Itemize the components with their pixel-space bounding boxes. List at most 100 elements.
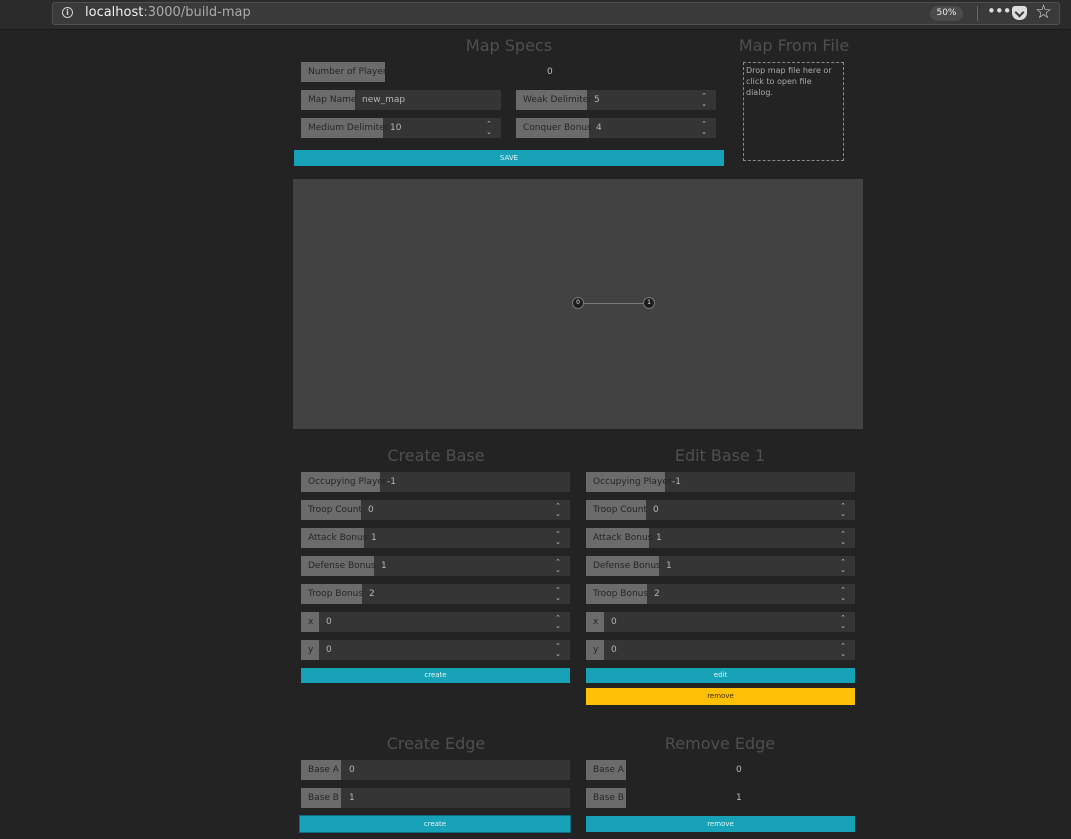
map-name-field: Map Name new_map — [301, 90, 501, 110]
graph-node[interactable]: 0 — [572, 297, 584, 309]
base-field-label: Occupying Player — [301, 472, 387, 492]
base-field-input[interactable]: -1 — [387, 472, 396, 492]
base-field-input[interactable]: 0 — [611, 640, 617, 660]
create-edge-button[interactable]: create — [300, 816, 570, 832]
base-field-input[interactable]: 1 — [666, 556, 672, 576]
base-field-row: Troop Count 0 ⌃ ⌄ — [301, 500, 570, 520]
file-dropzone[interactable]: Drop map file here or click to open file… — [743, 62, 844, 161]
map-name-label: Map Name — [301, 90, 356, 110]
base-field-row: Attack Bonus 1 ⌃ ⌄ — [301, 528, 570, 548]
remove-edge-base-a-value: 0 — [736, 765, 742, 775]
base-field-label: Troop Bonus — [586, 584, 648, 604]
map-from-file-title: Map From File — [738, 36, 850, 55]
conquer-bonus-label: Conquer Bonus — [516, 118, 592, 138]
base-field-row: x 0 ⌃ ⌄ — [586, 612, 855, 632]
url-text[interactable]: localhost:3000/build-map — [85, 5, 251, 20]
create-edge-base-a-field: Base A 0 — [301, 760, 570, 780]
more-icon[interactable]: ••• — [987, 2, 1012, 20]
num-players-value: 0 — [547, 67, 553, 77]
base-field-label: Defense Bonus — [301, 556, 376, 576]
base-field-stepper[interactable]: ⌃ ⌄ — [840, 530, 846, 546]
base-field-stepper[interactable]: ⌃ ⌄ — [555, 558, 561, 574]
conquer-bonus-stepper[interactable]: ⌃ ⌄ — [701, 120, 707, 136]
remove-base-button[interactable]: remove — [586, 688, 855, 705]
base-field-label: Attack Bonus — [301, 528, 367, 548]
url-path: :3000/build-map — [143, 5, 251, 20]
base-field-input[interactable]: 0 — [611, 612, 617, 632]
base-field-row: x 0 ⌃ ⌄ — [301, 612, 570, 632]
base-field-stepper[interactable]: ⌃ ⌄ — [840, 586, 846, 602]
base-field-stepper[interactable]: ⌃ ⌄ — [840, 614, 846, 630]
create-edge-base-b-field: Base B 1 — [301, 788, 570, 808]
url-host: localhost — [85, 5, 144, 20]
pocket-icon[interactable] — [1012, 6, 1027, 20]
base-field-input[interactable]: 0 — [368, 500, 374, 520]
weak-delimiter-stepper[interactable]: ⌃ ⌄ — [701, 92, 707, 108]
remove-edge-title: Remove Edge — [664, 734, 776, 753]
base-field-input[interactable]: -1 — [672, 472, 681, 492]
base-field-stepper[interactable]: ⌃ ⌄ — [555, 586, 561, 602]
edit-base-title: Edit Base 1 — [674, 446, 766, 465]
base-field-input[interactable]: 0 — [326, 640, 332, 660]
weak-delimiter-input[interactable]: 5 — [594, 90, 600, 110]
medium-delimiter-input[interactable]: 10 — [390, 118, 401, 138]
base-field-row: Occupying Player -1 — [586, 472, 855, 492]
base-field-row: Defense Bonus 1 ⌃ ⌄ — [586, 556, 855, 576]
graph-edge[interactable] — [583, 303, 643, 304]
base-field-stepper[interactable]: ⌃ ⌄ — [840, 642, 846, 658]
base-field-stepper[interactable]: ⌃ ⌄ — [840, 558, 846, 574]
base-field-label: Troop Bonus — [301, 584, 363, 604]
base-b-input[interactable]: 1 — [349, 788, 355, 808]
base-field-stepper[interactable]: ⌃ ⌄ — [840, 502, 846, 518]
save-button[interactable]: SAVE — [294, 150, 724, 166]
medium-delimiter-label: Medium Delimiter — [301, 118, 388, 138]
remove-edge-button[interactable]: remove — [586, 816, 855, 832]
num-players-label: Number of Players — [301, 62, 391, 82]
base-field-row: Troop Bonus 2 ⌃ ⌄ — [301, 584, 570, 604]
base-field-row: y 0 ⌃ ⌄ — [586, 640, 855, 660]
base-field-row: Defense Bonus 1 ⌃ ⌄ — [301, 556, 570, 576]
base-field-label: Defense Bonus — [586, 556, 661, 576]
num-players-group: Number of Players — [301, 62, 391, 82]
base-field-input[interactable]: 2 — [369, 584, 375, 604]
star-icon[interactable]: ☆ — [1035, 1, 1052, 23]
zoom-level-badge[interactable]: 50% — [930, 6, 963, 21]
base-field-input[interactable]: 1 — [656, 528, 662, 548]
base-field-input[interactable]: 1 — [371, 528, 377, 548]
base-field-stepper[interactable]: ⌃ ⌄ — [555, 502, 561, 518]
base-a-label: Base A — [301, 760, 341, 780]
toolbar-divider — [977, 6, 978, 21]
base-field-stepper[interactable]: ⌃ ⌄ — [555, 614, 561, 630]
base-field-input[interactable]: 0 — [326, 612, 332, 632]
remove-edge-base-b-group: Base B — [586, 788, 626, 808]
base-field-input[interactable]: 1 — [381, 556, 387, 576]
base-field-row: y 0 ⌃ ⌄ — [301, 640, 570, 660]
base-b-label: Base B — [301, 788, 341, 808]
remove-edge-base-a-group: Base A — [586, 760, 626, 780]
base-b-label: Base B — [586, 788, 626, 808]
base-field-input[interactable]: 0 — [653, 500, 659, 520]
base-field-label: Attack Bonus — [586, 528, 652, 548]
base-a-label: Base A — [586, 760, 626, 780]
conquer-bonus-input[interactable]: 4 — [596, 118, 602, 138]
remove-edge-base-b-value: 1 — [736, 793, 742, 803]
base-field-label: y — [301, 640, 319, 660]
weak-delimiter-label: Weak Delimiter — [516, 90, 592, 110]
graph-node[interactable]: 1 — [643, 297, 655, 309]
weak-delimiter-field: Weak Delimiter 5 ⌃ ⌄ — [516, 90, 716, 110]
base-field-label: y — [586, 640, 604, 660]
base-field-input[interactable]: 2 — [654, 584, 660, 604]
base-field-row: Troop Bonus 2 ⌃ ⌄ — [586, 584, 855, 604]
base-field-label: x — [301, 612, 319, 632]
base-field-stepper[interactable]: ⌃ ⌄ — [555, 530, 561, 546]
base-a-input[interactable]: 0 — [349, 760, 355, 780]
info-icon[interactable]: i — [62, 7, 73, 18]
create-base-button[interactable]: create — [301, 668, 570, 683]
map-name-input[interactable]: new_map — [362, 90, 405, 110]
base-field-label: Troop Count — [301, 500, 362, 520]
edit-base-button[interactable]: edit — [586, 668, 855, 683]
medium-delimiter-field: Medium Delimiter 10 ⌃ ⌄ — [301, 118, 501, 138]
base-field-label: x — [586, 612, 604, 632]
medium-delimiter-stepper[interactable]: ⌃ ⌄ — [486, 120, 492, 136]
base-field-stepper[interactable]: ⌃ ⌄ — [555, 642, 561, 658]
